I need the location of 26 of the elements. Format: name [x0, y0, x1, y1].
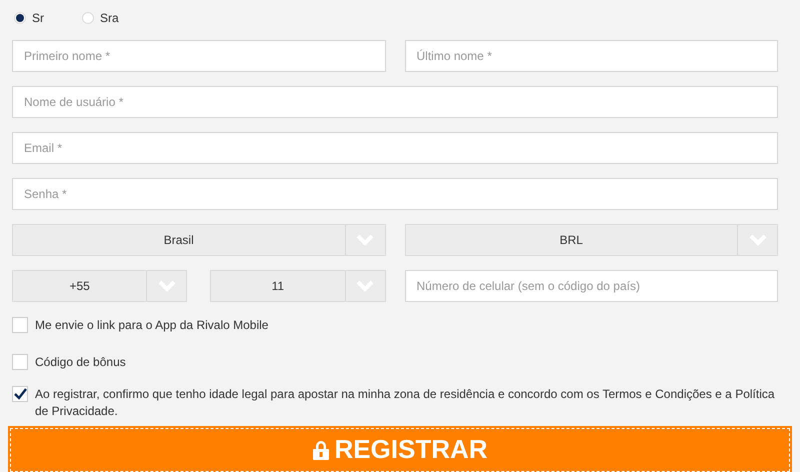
checkbox-label: Ao registrar, confirmo que tenho idade legal para apostar na minha zona de residência e concordo com os Termos e Condições e a Política de Privacidade. — [35, 386, 776, 420]
radio-button[interactable] — [82, 12, 94, 24]
select-value: Brasil — [162, 232, 195, 249]
checkmark-icon — [14, 388, 26, 400]
radio-label: Sr — [32, 10, 44, 25]
select-value: +55 — [68, 278, 91, 295]
checkbox-label: Me envie o link para o App da Rivalo Mobile — [35, 316, 268, 334]
checkbox-label: Código de bônus — [35, 354, 126, 371]
checkbox[interactable] — [12, 386, 28, 402]
select-value: BRL — [558, 232, 584, 249]
select-value: 11 — [270, 278, 286, 295]
checkbox[interactable] — [12, 316, 28, 333]
input-field[interactable]: Último nome * — [404, 40, 778, 72]
lock-icon — [312, 440, 330, 460]
input-field[interactable]: Nome de usuário * — [12, 86, 778, 118]
input-field[interactable]: Senha * — [12, 178, 778, 210]
checkbox[interactable] — [12, 354, 28, 370]
radio-button[interactable] — [14, 12, 26, 24]
area-code-select[interactable]: 11 — [210, 270, 386, 302]
currency-select[interactable]: BRL — [404, 224, 778, 256]
phone-number-field[interactable]: Número de celular (sem o código do país) — [404, 270, 778, 302]
radio-label: Sra — [100, 10, 119, 25]
input-field[interactable]: Email * — [12, 132, 778, 164]
country-select[interactable]: Brasil — [12, 224, 386, 256]
country-code-select[interactable]: +55 — [12, 270, 188, 302]
input-field[interactable]: Primeiro nome * — [12, 40, 386, 72]
